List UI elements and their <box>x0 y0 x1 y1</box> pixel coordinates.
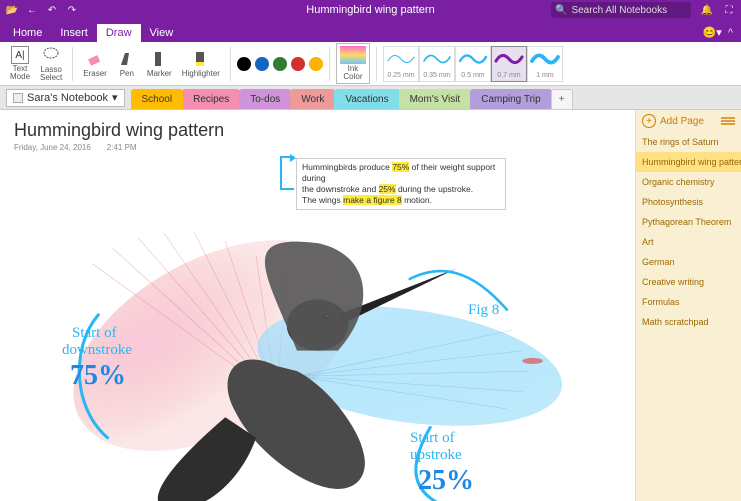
search-icon: 🔍 <box>555 5 567 16</box>
page-list-item[interactable]: Hummingbird wing pattern <box>636 152 741 172</box>
color-swatch[interactable] <box>309 57 323 71</box>
help-icon[interactable]: ^ <box>728 27 733 39</box>
page-list-item[interactable]: Math scratchpad <box>636 312 741 332</box>
section-tab[interactable]: Mom's Visit <box>399 89 472 109</box>
page-list-item[interactable]: Art <box>636 232 741 252</box>
page-list-item[interactable]: The rings of Saturn <box>636 132 741 152</box>
tool-highlighter[interactable]: Highlighter <box>178 49 224 78</box>
color-swatch[interactable] <box>237 57 251 71</box>
fullscreen-icon[interactable]: ⛶ <box>723 4 735 16</box>
thickness-option[interactable]: 0.7 mm <box>491 46 527 82</box>
tool-text-mode[interactable]: A| Text Mode <box>6 46 34 81</box>
lasso-icon <box>41 45 61 65</box>
notifications-icon[interactable]: 🔔 <box>701 4 713 16</box>
section-tab[interactable]: To-dos <box>239 89 291 109</box>
color-swatch[interactable] <box>291 57 305 71</box>
page-list-item[interactable]: Pythagorean Theorem <box>636 212 741 232</box>
marker-icon <box>149 49 169 69</box>
tab-view[interactable]: View <box>141 24 183 42</box>
redo-icon[interactable]: ↷ <box>66 4 78 16</box>
separator <box>329 47 330 81</box>
notebook-icon <box>13 93 23 103</box>
separator <box>72 47 73 81</box>
tab-draw[interactable]: Draw <box>97 24 141 42</box>
page-list-item[interactable]: Formulas <box>636 292 741 312</box>
menu-tab-row: Home Insert Draw View 😊▾ ^ <box>0 20 741 42</box>
tool-ink-color[interactable]: Ink Color <box>336 43 370 84</box>
add-page-label: Add Page <box>660 116 704 127</box>
notebook-name: Sara's Notebook <box>27 92 108 104</box>
ink-up-label2: upstroke <box>410 447 462 464</box>
page-canvas[interactable]: Hummingbird wing pattern Friday, June 24… <box>0 110 635 501</box>
pen-icon <box>117 49 137 69</box>
pages-list: The rings of SaturnHummingbird wing patt… <box>636 132 741 332</box>
undo-icon[interactable]: ↶ <box>46 4 58 16</box>
section-tab[interactable]: Work <box>290 89 335 109</box>
ink-fig8: Fig 8 <box>468 302 499 319</box>
thickness-option[interactable]: 1 mm <box>527 46 563 82</box>
thickness-option[interactable]: 0.5 mm <box>455 46 491 82</box>
section-tab[interactable]: Recipes <box>182 89 240 109</box>
color-swatch[interactable] <box>273 57 287 71</box>
share-icon[interactable]: 😊▾ <box>703 26 722 39</box>
list-view-icon[interactable] <box>721 117 735 125</box>
tool-marker[interactable]: Marker <box>143 49 176 78</box>
search-box[interactable]: 🔍 Search All Notebooks <box>551 2 691 18</box>
separator <box>230 47 231 81</box>
page-list-item[interactable]: German <box>636 252 741 272</box>
ink-down-pct: 75% <box>70 360 126 392</box>
thickness-options: 0.25 mm0.35 mm0.5 mm0.7 mm1 mm <box>383 46 563 82</box>
back-icon[interactable]: ← <box>26 4 38 16</box>
eraser-icon <box>85 49 105 69</box>
text-mode-icon: A| <box>11 46 29 64</box>
ink-down-label: Start of <box>72 325 117 342</box>
page-list-item[interactable]: Creative writing <box>636 272 741 292</box>
separator <box>376 47 377 81</box>
ink-color-icon <box>340 46 366 64</box>
thickness-option[interactable]: 0.35 mm <box>419 46 455 82</box>
add-page-row[interactable]: + Add Page <box>636 110 741 132</box>
tool-pen[interactable]: Pen <box>113 49 141 78</box>
section-tab[interactable]: Vacations <box>334 89 399 109</box>
tab-insert[interactable]: Insert <box>51 24 97 42</box>
notebook-row: Sara's Notebook ▾ SchoolRecipesTo-dosWor… <box>0 86 741 110</box>
section-tabs: SchoolRecipesTo-dosWorkVacationsMom's Vi… <box>131 86 572 109</box>
ink-up-pct: 25% <box>418 465 474 497</box>
main-area: Hummingbird wing pattern Friday, June 24… <box>0 110 741 501</box>
thickness-option[interactable]: 0.25 mm <box>383 46 419 82</box>
chevron-down-icon: ▾ <box>112 91 118 104</box>
ink-up-label: Start of <box>410 430 455 447</box>
tool-eraser[interactable]: Eraser <box>79 49 111 78</box>
section-tab[interactable]: Camping Trip <box>470 89 551 109</box>
tool-lasso[interactable]: Lasso Select <box>36 45 66 82</box>
add-section-button[interactable]: + <box>551 89 573 109</box>
tab-home[interactable]: Home <box>4 24 51 42</box>
plus-icon: + <box>642 114 656 128</box>
title-bar: 📂 ← ↶ ↷ Hummingbird wing pattern 🔍 Searc… <box>0 0 741 20</box>
highlighter-icon <box>191 49 211 69</box>
page-list-panel: + Add Page The rings of SaturnHummingbir… <box>635 110 741 501</box>
hummingbird-drawing <box>0 110 635 501</box>
ribbon-draw: A| Text Mode Lasso Select Eraser Pen Mar… <box>0 42 741 86</box>
page-list-item[interactable]: Photosynthesis <box>636 192 741 212</box>
color-swatch[interactable] <box>255 57 269 71</box>
search-placeholder: Search All Notebooks <box>571 5 667 16</box>
notebook-selector[interactable]: Sara's Notebook ▾ <box>6 89 125 107</box>
section-tab[interactable]: School <box>131 89 184 109</box>
color-swatches <box>237 57 323 71</box>
window-title: Hummingbird wing pattern <box>306 4 434 16</box>
open-icon[interactable]: 📂 <box>6 4 18 16</box>
ink-down-label2: downstroke <box>62 342 132 359</box>
page-list-item[interactable]: Organic chemistry <box>636 172 741 192</box>
